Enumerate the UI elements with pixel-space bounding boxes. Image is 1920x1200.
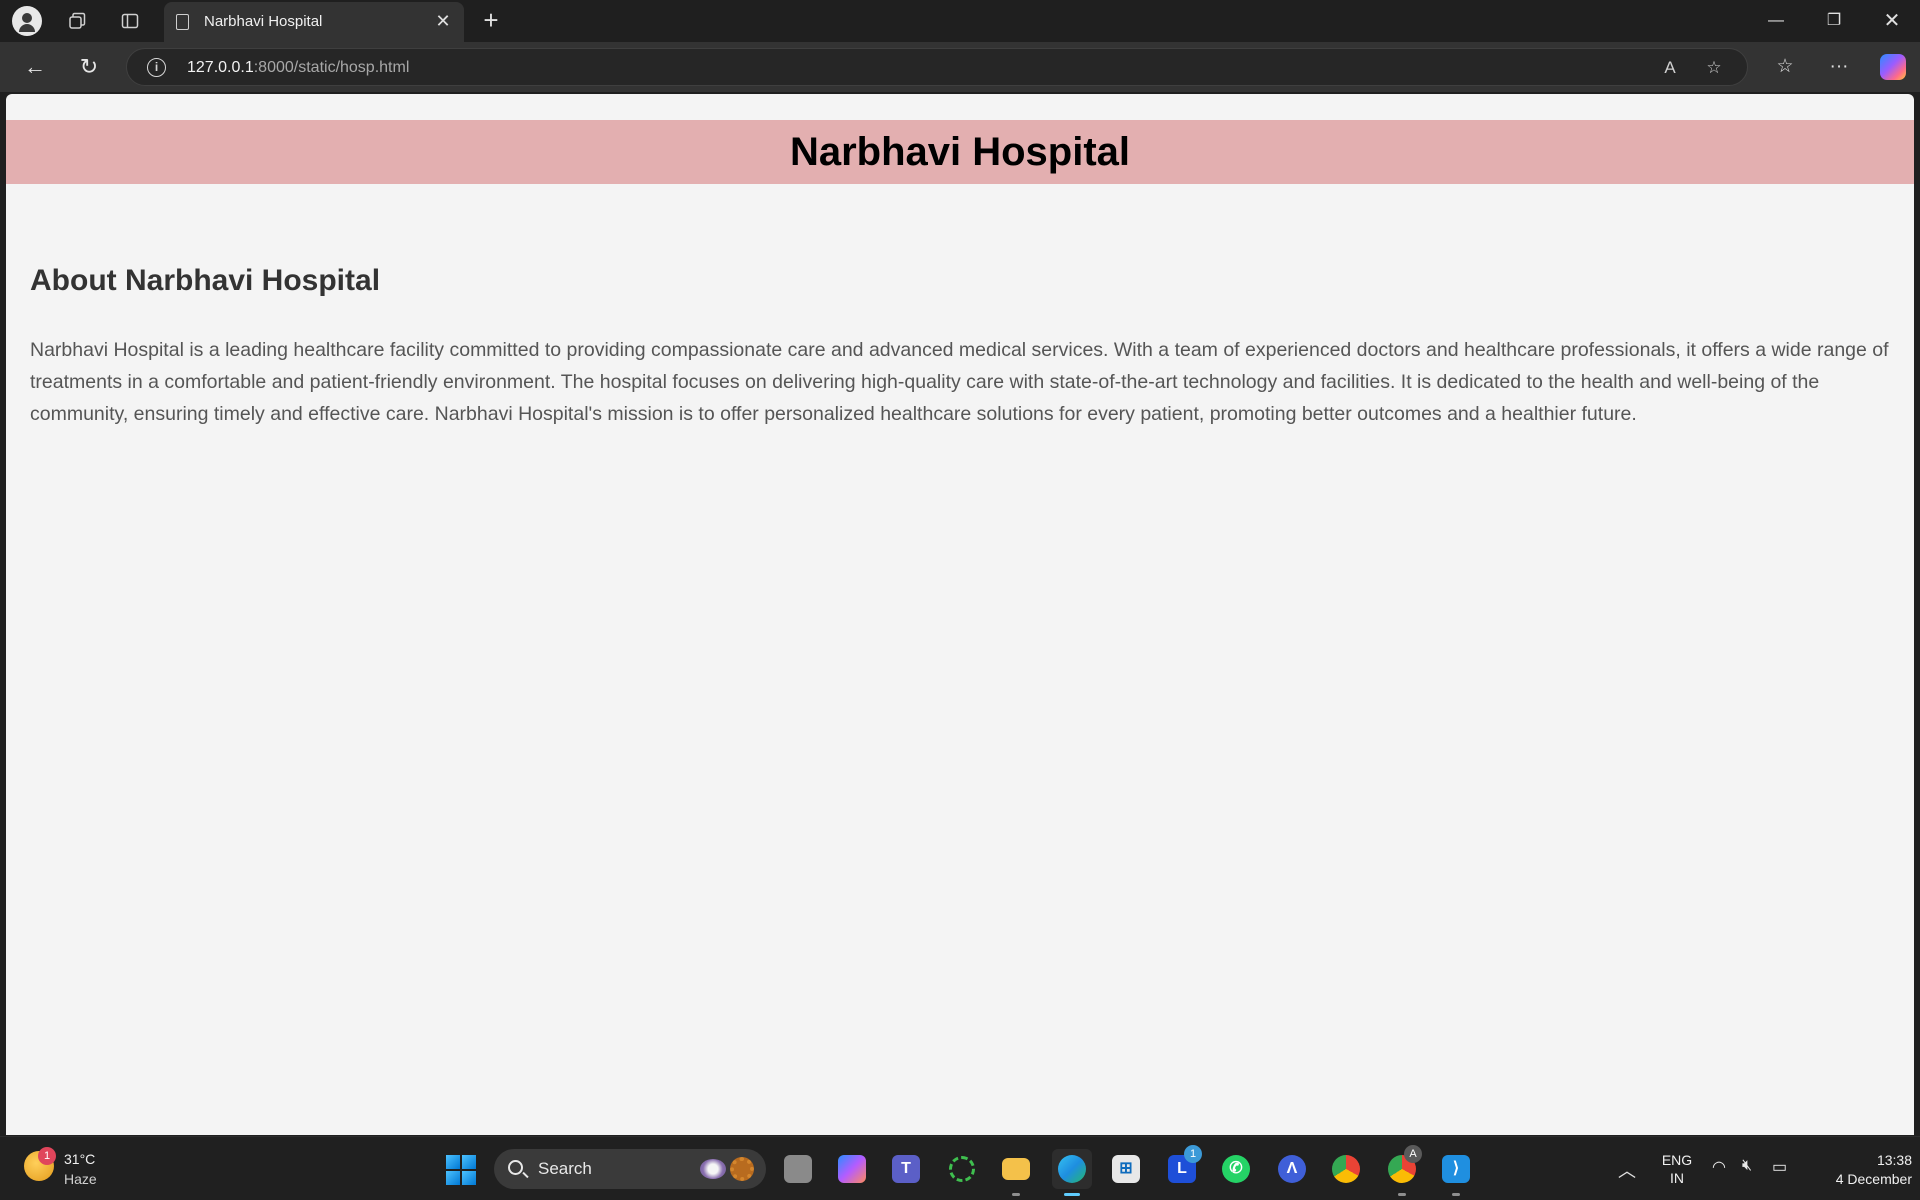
whatsapp-icon[interactable]: ✆ (1216, 1149, 1256, 1189)
weather-temperature[interactable]: 31°C (64, 1151, 95, 1167)
circular-app-icon[interactable] (942, 1149, 982, 1189)
tab-close-icon[interactable]: ✕ (432, 10, 454, 32)
minimize-window-icon[interactable]: — (1748, 0, 1804, 42)
language-secondary: IN (1670, 1170, 1684, 1186)
weather-notification-badge: 1 (38, 1147, 56, 1165)
search-label: Search (538, 1159, 592, 1178)
windows-start-icon[interactable] (446, 1155, 476, 1185)
vscode-icon[interactable]: ⟩ (1436, 1149, 1476, 1189)
clock-date: 4 December (1835, 1171, 1912, 1187)
search-highlight-wheel-icon (730, 1157, 754, 1181)
edge-running-indicator (1064, 1193, 1080, 1196)
chrome-icon[interactable] (1326, 1149, 1366, 1189)
refresh-icon[interactable]: ↻ (72, 50, 106, 84)
battery-icon[interactable]: ▭ (1772, 1157, 1787, 1177)
browser-toolbar: ← ↻ i 127.0.0.1:8000/static/hosp.html A … (0, 42, 1920, 92)
vertical-tabs-icon[interactable] (115, 6, 145, 36)
arc-app-icon[interactable]: Λ (1272, 1149, 1312, 1189)
site-info-icon[interactable]: i (147, 58, 166, 77)
tab-narbhavi-hospital[interactable]: Narbhavi Hospital ✕ (164, 2, 464, 42)
teams-icon[interactable]: T (886, 1149, 926, 1189)
read-aloud-icon[interactable]: A (1657, 55, 1683, 81)
search-icon (508, 1160, 523, 1175)
explorer-running-indicator (1012, 1193, 1020, 1196)
language-primary: ENG (1661, 1152, 1693, 1168)
system-clock[interactable]: 13:38 4 December (1800, 1151, 1912, 1189)
url-path: :8000/static/hosp.html (253, 59, 410, 76)
vscode-running-indicator (1452, 1193, 1460, 1196)
show-hidden-icons-chevron-icon[interactable]: ︿ (1618, 1157, 1636, 1183)
workspaces-icon[interactable] (62, 6, 92, 36)
clock-time: 13:38 (1876, 1152, 1912, 1168)
new-tab-plus-icon[interactable]: + (476, 6, 506, 36)
close-window-icon[interactable]: ✕ (1864, 0, 1920, 42)
tab-title: Narbhavi Hospital (204, 13, 323, 30)
microsoft-store-icon[interactable]: ⊞ (1106, 1149, 1146, 1189)
profile-avatar-icon[interactable] (12, 6, 42, 36)
teams-notification-badge: 1 (1184, 1145, 1202, 1163)
url-host: 127.0.0.1 (187, 59, 254, 76)
browser-titlebar: Narbhavi Hospital ✕ + — ❐ ✕ (0, 0, 1920, 42)
language-indicator[interactable]: ENG IN (1660, 1151, 1694, 1187)
copilot-app-icon[interactable] (832, 1149, 872, 1189)
file-explorer-icon[interactable] (996, 1149, 1036, 1189)
volume-muted-icon[interactable]: 🔇︎ (1742, 1157, 1752, 1175)
search-highlight-icon (700, 1159, 726, 1179)
more-menu-icon[interactable]: ··· (1824, 52, 1854, 82)
page-viewport: Narbhavi Hospital About Narbhavi Hospita… (6, 94, 1914, 1135)
edge-browser-icon[interactable] (1052, 1149, 1092, 1189)
address-bar[interactable]: i 127.0.0.1:8000/static/hosp.html A ☆ (126, 48, 1748, 86)
favorites-list-icon[interactable]: ☆ (1770, 52, 1800, 82)
back-arrow-icon[interactable]: ← (18, 50, 52, 84)
page-title: Narbhavi Hospital (789, 130, 1131, 174)
weather-condition[interactable]: Haze (64, 1171, 97, 1187)
copilot-icon[interactable] (1880, 54, 1906, 80)
taskbar-search-box[interactable]: Search (494, 1149, 766, 1189)
about-paragraph: Narbhavi Hospital is a leading healthcar… (30, 339, 1889, 425)
url-text[interactable]: 127.0.0.1:8000/static/hosp.html (187, 59, 409, 77)
windows-taskbar: 1 31°C Haze Search T ⊞ L 1 ✆ Λ A ⟩ ︿ ENG… (0, 1136, 1920, 1200)
restore-window-icon[interactable]: ❐ (1806, 0, 1862, 42)
chrome-running-indicator (1398, 1193, 1406, 1196)
favorite-star-icon[interactable]: ☆ (1701, 55, 1727, 81)
hospital-banner: Narbhavi Hospital (6, 120, 1914, 184)
about-heading: About Narbhavi Hospital (30, 264, 381, 297)
wifi-icon[interactable]: ◠ (1712, 1157, 1726, 1177)
chrome-profile-badge: A (1404, 1145, 1422, 1163)
page-favicon-icon (176, 14, 189, 30)
task-view-icon[interactable] (778, 1149, 818, 1189)
